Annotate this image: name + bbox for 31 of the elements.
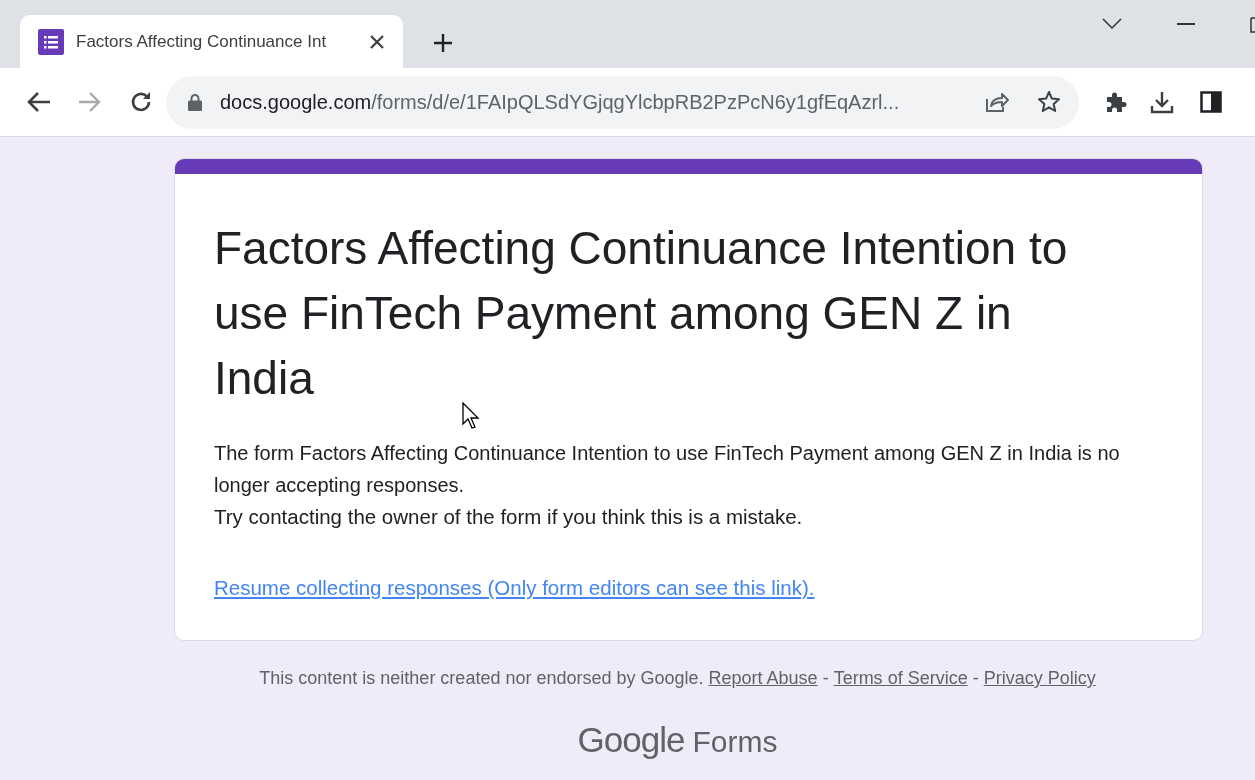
url-domain: docs.google.com — [220, 91, 372, 113]
back-icon[interactable] — [26, 91, 52, 113]
cursor-icon — [462, 402, 482, 430]
logo-product: Forms — [692, 723, 778, 760]
close-icon[interactable] — [369, 33, 385, 50]
footer-link[interactable]: Terms of Service — [833, 664, 968, 692]
closed-message: The form Factors Affecting Continuance Intention to use FinTech Payment among GEN Z in India is no longer accepting responses. — [214, 441, 1121, 498]
resume-link[interactable]: Resume collecting responses (Only form editors can see this link). — [214, 573, 815, 604]
side-panel-icon[interactable] — [1200, 91, 1222, 113]
reload-icon[interactable] — [129, 90, 153, 114]
footer-link[interactable]: Privacy Policy — [983, 664, 1096, 692]
form-list-icon — [38, 28, 64, 55]
download-icon[interactable] — [1150, 90, 1174, 114]
new-tab-icon[interactable] — [433, 33, 453, 53]
contact-hint: Try contacting the owner of the form if you think this is a mistake. — [214, 504, 804, 530]
share-icon[interactable] — [985, 91, 1009, 113]
browser-tab[interactable]: Factors Affecting Continuance Int — [20, 15, 403, 68]
maximize-icon[interactable] — [1250, 17, 1255, 33]
chevron-down-icon[interactable] — [1102, 18, 1122, 30]
star-icon[interactable] — [1037, 90, 1061, 114]
tab-title: Factors Affecting Continuance Int — [76, 30, 328, 53]
puzzle-icon[interactable] — [1104, 90, 1128, 114]
separator-text: - — [972, 666, 979, 690]
address-bar[interactable]: docs.google.com/forms/d/e/1FAIpQLSdYGjqgYlcbpRB2PzPcN6y1gfEqAzrl... — [166, 75, 1079, 129]
logo-brand: Google — [577, 719, 685, 760]
separator-text: - — [822, 666, 829, 690]
disclaimer-text: This content is neither created nor endorsed by Google. — [259, 666, 704, 690]
footer-link[interactable]: Report Abuse — [708, 664, 818, 692]
url-path: /forms/d/e/1FAIpQLSdYGjqgYlcbpRB2PzPcN6y1gfEqAzrl... — [371, 91, 900, 113]
lock-icon — [188, 93, 202, 111]
form-title: Factors Affecting Continuance Intention to use FinTech Payment among GEN Z in India — [214, 221, 1069, 406]
